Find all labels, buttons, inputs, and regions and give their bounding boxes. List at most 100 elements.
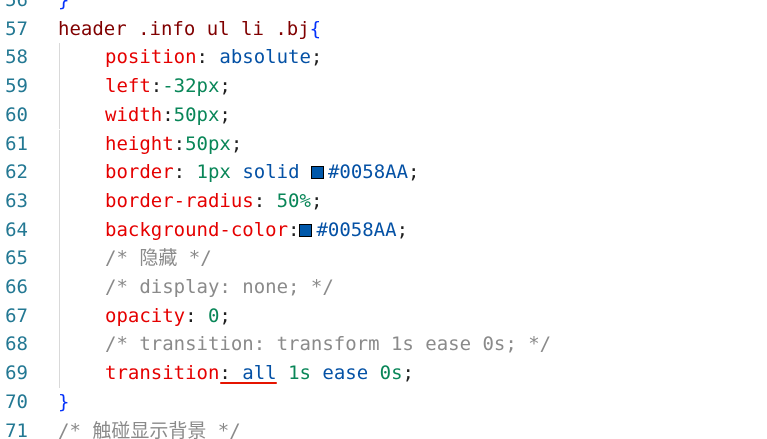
code-token: :: [219, 362, 243, 385]
code-token: #0058AA: [327, 161, 409, 184]
code-token: ease: [322, 362, 369, 385]
code-token: solid: [242, 161, 300, 184]
code-token: /* 隐藏 */: [105, 247, 212, 270]
code-text: /* 触碰显示背景 */: [58, 417, 241, 439]
line-number: 69: [5, 362, 28, 385]
code-line[interactable]: 57 header .info ul li .bj{: [0, 15, 767, 44]
code-token: 50px: [185, 132, 231, 155]
code-text: opacity: 0;: [58, 302, 231, 331]
code-token: border-radius: [105, 189, 254, 212]
code-token: header .info ul li .bj: [58, 17, 310, 40]
code-token: {: [309, 17, 322, 40]
code-editor[interactable]: 56} 57 header .info ul li .bj{58 position: …: [0, 0, 767, 439]
code-line[interactable]: 60 width:50px;: [0, 100, 767, 130]
code-line[interactable]: 63 border-radius: 50%;: [0, 186, 767, 216]
code-line[interactable]: 61 height:50px;: [0, 129, 767, 159]
code-token: 1px: [196, 161, 231, 184]
code-text: /* transition: transform 1s ease 0s; */: [58, 330, 551, 359]
code-text: }: [58, 388, 69, 417]
code-token: /* transition: transform 1s ease 0s; */: [105, 333, 552, 356]
code-token: ;: [402, 362, 414, 385]
code-token: /* display: none; */: [105, 276, 334, 298]
line-number: 65: [5, 247, 28, 270]
code-token: :: [185, 304, 208, 327]
code-token: ;: [219, 304, 231, 327]
code-text: left:-32px;: [58, 72, 231, 101]
error-squiggle: [220, 382, 277, 385]
line-number: 57: [5, 17, 28, 40]
code-line[interactable]: 65 /* 隐藏 */: [0, 244, 767, 273]
code-text: border-radius: 50%;: [58, 187, 322, 216]
code-token: :: [253, 189, 277, 212]
code-token: /* 触碰显示背景 */: [58, 419, 241, 439]
line-number: 64: [5, 218, 28, 241]
code-token: absolute: [219, 46, 311, 69]
code-token: height: [105, 132, 174, 155]
code-token: transition: [105, 362, 220, 385]
code-token: width: [105, 103, 163, 126]
code-text: height:50px;: [58, 130, 242, 159]
code-line[interactable]: 58 position: absolute;: [0, 43, 767, 73]
code-line[interactable]: 66 /* display: none; */: [0, 273, 767, 302]
code-token: border: [105, 161, 174, 184]
code-text: header .info ul li .bj{: [58, 15, 321, 44]
code-token: ;: [310, 46, 323, 69]
code-line[interactable]: 68 /* transition: transform 1s ease 0s; *…: [0, 330, 767, 360]
line-number: 71: [5, 419, 28, 439]
code-text: /* 隐藏 */: [58, 244, 212, 273]
code-token: :: [162, 103, 174, 126]
code-token: 0: [207, 304, 220, 327]
code-token: }: [58, 390, 70, 413]
line-number: 61: [5, 132, 28, 155]
color-swatch-icon[interactable]: [310, 166, 324, 180]
code-token: :: [196, 46, 220, 69]
error-token: all: [242, 362, 277, 385]
code-token: }: [58, 0, 70, 11]
code-token: opacity: [105, 304, 186, 327]
line-number: 70: [5, 390, 28, 413]
line-number: 68: [5, 333, 28, 356]
code-token: left: [105, 75, 151, 98]
code-token: background-color: [105, 218, 289, 241]
code-text: width:50px;: [58, 101, 231, 130]
code-line[interactable]: 69 transition: all 1s ease 0s;: [0, 359, 767, 388]
code-text: /* display: none; */: [58, 273, 334, 302]
line-number: 62: [5, 161, 28, 184]
code-line[interactable]: 71 /* 触碰显示背景 */: [0, 417, 767, 439]
code-token: #0058AA: [316, 218, 397, 241]
line-number: 63: [5, 189, 28, 212]
code-token: :: [150, 75, 163, 98]
line-number: 67: [5, 304, 28, 327]
line-number: 60: [5, 103, 28, 126]
code-token: 0s: [379, 362, 403, 385]
code-token: ;: [219, 75, 231, 98]
code-text: }: [58, 0, 69, 15]
code-line[interactable]: 59 left:-32px;: [0, 72, 767, 101]
code-token: :: [173, 132, 186, 155]
code-line[interactable]: 67 opacity: 0;: [0, 301, 767, 331]
code-token: 50%: [276, 189, 311, 212]
code-token: ;: [310, 189, 323, 212]
code-text: background-color: #0058AA;: [58, 216, 408, 245]
code-token: ;: [230, 132, 243, 155]
code-token: ;: [396, 218, 409, 241]
code-token: position: [105, 46, 197, 69]
code-line[interactable]: 64 background-color: #0058AA;: [0, 215, 767, 245]
line-number: 59: [5, 75, 28, 98]
code-line[interactable]: 70}: [0, 388, 767, 417]
code-token: ;: [219, 103, 231, 126]
code-token: :: [288, 218, 300, 241]
code-line[interactable]: 56}: [0, 0, 767, 15]
color-swatch-icon[interactable]: [299, 223, 313, 237]
code-token: 50px: [173, 103, 220, 126]
code-token: 1s: [288, 362, 311, 385]
code-text: border: 1px solid #0058AA;: [58, 158, 420, 187]
code-line[interactable]: 62 border: 1px solid #0058AA;: [0, 158, 767, 187]
line-number: 58: [5, 46, 28, 69]
code-token: ;: [408, 161, 420, 184]
